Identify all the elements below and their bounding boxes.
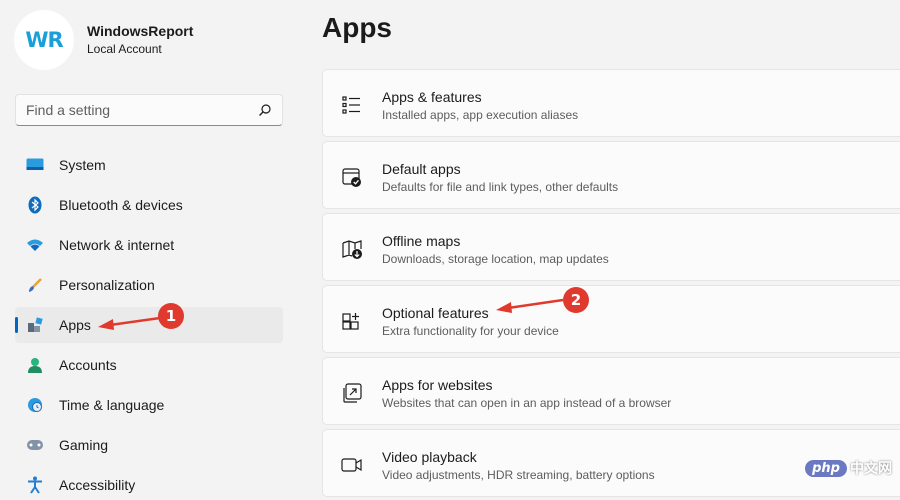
sidebar-item-system[interactable]: System — [15, 147, 283, 183]
sidebar-item-personalization[interactable]: Personalization — [15, 267, 283, 303]
profile-text: WindowsReport Local Account — [87, 21, 193, 57]
annotation-badge-1: 1 — [158, 303, 184, 329]
card-subtitle: Video adjustments, HDR streaming, batter… — [382, 468, 655, 482]
card-text: Apps & features Installed apps, app exec… — [382, 88, 578, 124]
sidebar-item-label: Apps — [59, 317, 91, 333]
sidebar: WR WindowsReport Local Account System Bl… — [0, 0, 300, 500]
card-text: Default apps Defaults for file and link … — [382, 160, 618, 196]
profile-account-type: Local Account — [87, 42, 162, 56]
card-title: Apps for websites — [382, 377, 493, 393]
sidebar-item-label: Accessibility — [59, 477, 136, 493]
card-subtitle: Extra functionality for your device — [382, 324, 559, 338]
search-icon[interactable] — [258, 103, 272, 117]
gamepad-icon — [26, 436, 44, 454]
watermark-logo: php — [805, 459, 847, 477]
card-title: Offline maps — [382, 233, 461, 249]
card-title: Default apps — [382, 161, 461, 177]
card-text: Optional features Extra functionality fo… — [382, 304, 559, 340]
card-subtitle: Installed apps, app execution aliases — [382, 108, 579, 122]
sidebar-item-label: Gaming — [59, 437, 109, 453]
avatar[interactable]: WR — [14, 10, 74, 70]
default-apps-icon — [342, 168, 361, 187]
open-in-app-icon — [343, 383, 362, 403]
card-default-apps[interactable]: Default apps Defaults for file and link … — [322, 141, 900, 209]
sidebar-item-apps[interactable]: Apps — [15, 307, 283, 343]
paintbrush-icon — [26, 276, 44, 294]
sidebar-item-label: Time & language — [59, 397, 165, 413]
profile-name: WindowsReport — [87, 23, 194, 39]
card-offline-maps[interactable]: Offline maps Downloads, storage location… — [322, 213, 900, 281]
watermark: php 中文网 — [805, 458, 892, 478]
sidebar-item-accessibility[interactable]: Accessibility — [15, 467, 283, 500]
sidebar-item-label: System — [59, 157, 106, 173]
card-subtitle: Defaults for file and link types, other … — [382, 180, 619, 194]
watermark-text: 中文网 — [850, 460, 892, 476]
globe-clock-icon — [26, 396, 44, 414]
card-apps-for-websites[interactable]: Apps for websites Websites that can open… — [322, 357, 900, 425]
person-icon — [26, 356, 44, 374]
card-text: Offline maps Downloads, storage location… — [382, 232, 609, 268]
card-title: Video playback — [382, 449, 477, 465]
card-title: Optional features — [382, 305, 489, 321]
sidebar-item-accounts[interactable]: Accounts — [15, 347, 283, 383]
selection-indicator — [15, 317, 18, 333]
card-text: Apps for websites Websites that can open… — [382, 376, 671, 412]
card-subtitle: Websites that can open in an app instead… — [382, 396, 672, 410]
sidebar-item-time-language[interactable]: Time & language — [15, 387, 283, 423]
avatar-logo-text: WR — [25, 28, 63, 52]
sidebar-item-label: Bluetooth & devices — [59, 197, 183, 213]
sidebar-item-network[interactable]: Network & internet — [15, 227, 283, 263]
sidebar-nav: System Bluetooth & devices Network & int… — [15, 147, 283, 500]
sidebar-item-label: Network & internet — [59, 237, 175, 253]
sidebar-item-label: Accounts — [59, 357, 117, 373]
system-display-icon — [26, 156, 44, 174]
map-download-icon — [342, 240, 362, 259]
sidebar-item-label: Personalization — [59, 277, 155, 293]
card-title: Apps & features — [382, 89, 482, 105]
main-content: Apps Apps & features Installed apps, app… — [322, 0, 900, 500]
bluetooth-icon — [26, 196, 44, 214]
search-box[interactable] — [15, 94, 283, 126]
wifi-icon — [26, 236, 44, 254]
card-subtitle: Downloads, storage location, map updates — [382, 252, 609, 266]
sidebar-item-bluetooth[interactable]: Bluetooth & devices — [15, 187, 283, 223]
card-optional-features[interactable]: Optional features Extra functionality fo… — [322, 285, 900, 353]
grid-plus-icon — [342, 313, 359, 330]
video-camera-icon — [341, 458, 362, 472]
apps-icon — [26, 316, 44, 334]
page-title: Apps — [322, 12, 392, 43]
search-input[interactable] — [26, 102, 258, 118]
card-text: Video playback Video adjustments, HDR st… — [382, 448, 655, 484]
annotation-badge-2: 2 — [563, 287, 589, 313]
user-profile[interactable]: WR WindowsReport Local Account — [14, 10, 193, 70]
card-apps-features[interactable]: Apps & features Installed apps, app exec… — [322, 69, 900, 137]
accessibility-icon — [26, 476, 44, 494]
list-icon — [342, 96, 360, 114]
sidebar-item-gaming[interactable]: Gaming — [15, 427, 283, 463]
